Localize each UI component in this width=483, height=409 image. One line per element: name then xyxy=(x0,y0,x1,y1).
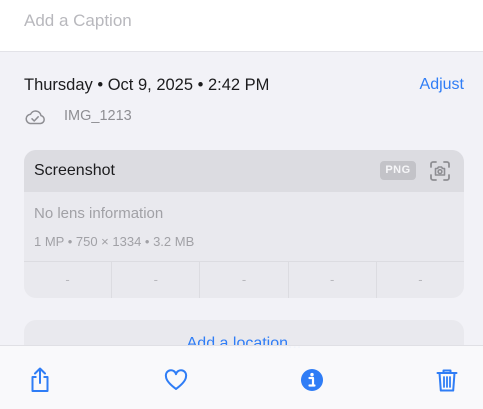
trash-icon[interactable] xyxy=(433,366,461,394)
exif-row: - - - - - xyxy=(24,261,464,298)
share-icon[interactable] xyxy=(26,366,54,394)
file-name: IMG_1213 xyxy=(64,108,132,124)
screenshot-icon xyxy=(430,161,450,181)
card-title: Screenshot xyxy=(34,162,115,179)
heart-icon[interactable] xyxy=(162,366,190,394)
bottom-toolbar xyxy=(0,345,483,409)
format-badge: PNG xyxy=(380,161,416,180)
adjust-button[interactable]: Adjust xyxy=(420,76,464,94)
caption-area xyxy=(0,0,483,52)
info-icon[interactable] xyxy=(298,366,326,394)
metadata-card: Screenshot PNG No lens information 1 MP … xyxy=(24,150,464,298)
exif-shutter: - xyxy=(418,272,423,287)
lens-info: No lens information xyxy=(34,205,164,222)
icloud-check-icon xyxy=(25,110,45,125)
exif-aperture: - xyxy=(289,262,377,298)
exif-iso: - xyxy=(24,262,113,298)
capture-date: Thursday • Oct 9, 2025 • 2:42 PM xyxy=(24,76,270,94)
caption-input[interactable] xyxy=(24,8,464,34)
image-specs: 1 MP • 750 × 1334 • 3.2 MB xyxy=(34,234,195,249)
exif-exposure: - xyxy=(200,262,289,298)
card-header: Screenshot PNG xyxy=(24,150,464,192)
date-row: Thursday • Oct 9, 2025 • 2:42 PM Adjust xyxy=(24,76,464,100)
exif-focal-length: - xyxy=(112,262,201,298)
